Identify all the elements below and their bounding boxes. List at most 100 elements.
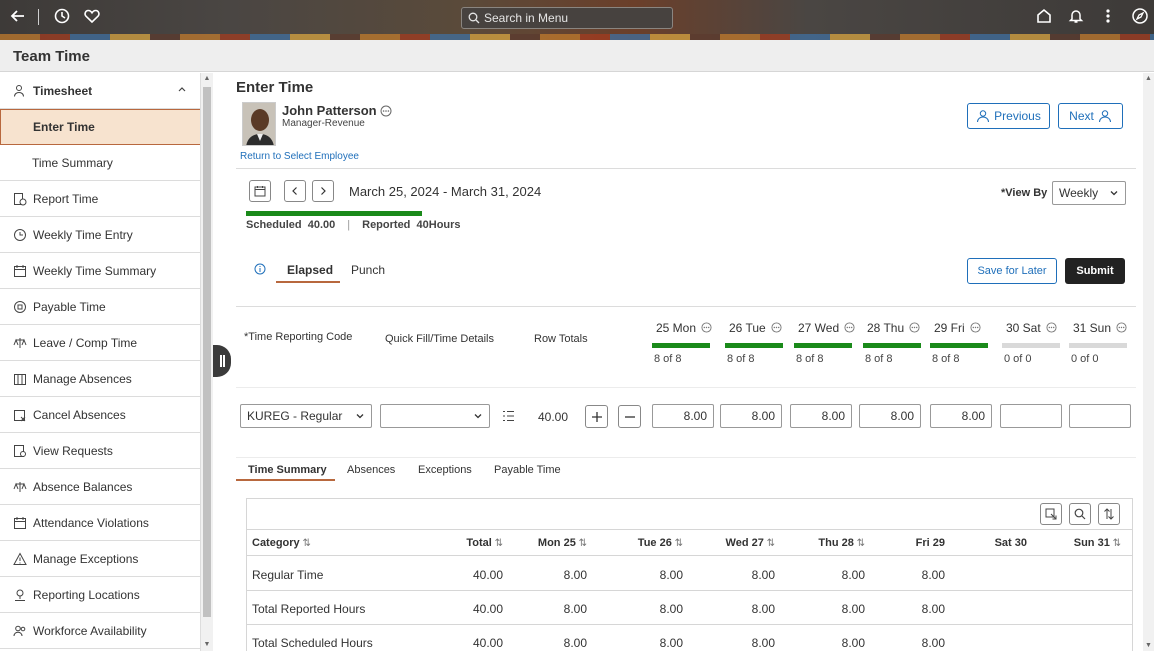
- info-icon[interactable]: [254, 263, 266, 275]
- column-header[interactable]: Total ⇅: [466, 537, 503, 549]
- back-arrow-icon[interactable]: [6, 4, 30, 28]
- search-input[interactable]: [484, 11, 664, 25]
- delete-row-button[interactable]: [618, 405, 641, 428]
- notification-icon[interactable]: [1064, 4, 1088, 28]
- scroll-up-icon[interactable]: ▲: [203, 75, 211, 83]
- calendar-icon: [254, 186, 266, 197]
- sidebar-item-manage-absences[interactable]: Manage Absences: [0, 361, 200, 397]
- sidebar-item-leave-comp-time[interactable]: Leave / Comp Time: [0, 325, 200, 361]
- sort-arrows-icon[interactable]: ⇅: [492, 538, 503, 549]
- sidebar-item-payable-time[interactable]: Payable Time: [0, 289, 200, 325]
- navigator-icon[interactable]: [1128, 4, 1152, 28]
- calendar-icon: [14, 516, 26, 529]
- home-icon[interactable]: [1032, 4, 1056, 28]
- column-header[interactable]: Tue 26 ⇅: [638, 537, 683, 549]
- tab-active-underline: [236, 479, 335, 481]
- sidebar-collapse-handle[interactable]: [213, 345, 231, 377]
- hours-input[interactable]: 8.00: [652, 404, 714, 428]
- column-header[interactable]: Category ⇅: [252, 537, 311, 549]
- chevron-up-icon[interactable]: [177, 84, 187, 94]
- hours-input[interactable]: 8.00: [859, 404, 921, 428]
- add-row-button[interactable]: [585, 405, 608, 428]
- related-actions-icon[interactable]: [380, 105, 392, 117]
- history-icon[interactable]: [50, 4, 74, 28]
- hours-input[interactable]: 8.00: [720, 404, 782, 428]
- related-actions-icon[interactable]: [844, 322, 855, 333]
- tab-absences[interactable]: Absences: [347, 464, 395, 476]
- sidebar-item-enter-time[interactable]: Enter Time: [0, 109, 200, 145]
- sidebar-scroll-thumb[interactable]: [203, 87, 211, 617]
- hours-input[interactable]: [1000, 404, 1062, 428]
- payable-icon: [14, 300, 26, 313]
- sidebar-item-manage-exceptions[interactable]: Manage Exceptions: [0, 541, 200, 577]
- tab-exceptions[interactable]: Exceptions: [418, 464, 472, 476]
- related-actions-icon[interactable]: [1046, 322, 1057, 333]
- more-icon[interactable]: [1096, 4, 1120, 28]
- main-scrollbar[interactable]: ▲ ▼: [1143, 73, 1154, 651]
- next-period-button[interactable]: [312, 180, 334, 202]
- sort-arrows-icon[interactable]: ⇅: [1110, 538, 1121, 549]
- trc-select[interactable]: KUREG - Regular: [240, 404, 372, 428]
- scroll-down-icon[interactable]: ▼: [203, 641, 211, 649]
- day-hours-ratio: 8 of 8: [796, 353, 824, 365]
- hours-input[interactable]: 8.00: [790, 404, 852, 428]
- tab-elapsed[interactable]: Elapsed: [287, 263, 333, 277]
- sort-arrows-icon[interactable]: ⇅: [300, 538, 310, 549]
- menu-search[interactable]: [461, 7, 673, 29]
- related-actions-icon[interactable]: [701, 322, 712, 333]
- tab-payable-time[interactable]: Payable Time: [494, 464, 561, 476]
- grid-search-button[interactable]: [1069, 503, 1091, 525]
- previous-period-button[interactable]: [284, 180, 306, 202]
- calendar-button[interactable]: [249, 180, 271, 202]
- sidebar-item-time-summary[interactable]: Time Summary: [0, 145, 200, 181]
- sort-arrows-icon[interactable]: ⇅: [672, 538, 683, 549]
- column-header[interactable]: Sun 31 ⇅: [1074, 537, 1121, 549]
- return-to-select-employee-link[interactable]: Return to Select Employee: [240, 151, 359, 162]
- quick-fill-select[interactable]: [380, 404, 490, 428]
- sidebar-item-workforce-availability[interactable]: Workforce Availability: [0, 613, 200, 649]
- sort-arrows-icon[interactable]: ⇅: [576, 538, 587, 549]
- sidebar-item-view-requests[interactable]: View Requests: [0, 433, 200, 469]
- column-header[interactable]: Wed 27 ⇅: [726, 537, 775, 549]
- sort-arrows-icon[interactable]: ⇅: [854, 538, 865, 549]
- save-for-later-button[interactable]: Save for Later: [967, 258, 1057, 284]
- sidebar-scrollbar[interactable]: ▲ ▼: [201, 73, 213, 651]
- sidebar-item-attendance-violations[interactable]: Attendance Violations: [0, 505, 200, 541]
- submit-button[interactable]: Submit: [1065, 258, 1125, 284]
- minus-icon: [624, 415, 635, 418]
- view-by-select[interactable]: Weekly: [1052, 181, 1126, 205]
- tab-time-summary[interactable]: Time Summary: [248, 464, 327, 476]
- related-actions-icon[interactable]: [970, 322, 981, 333]
- sort-arrows-icon[interactable]: ⇅: [764, 538, 775, 549]
- column-header[interactable]: Sat 30: [995, 537, 1027, 549]
- column-header[interactable]: Mon 25 ⇅: [538, 537, 587, 549]
- previous-button[interactable]: Previous: [967, 103, 1050, 129]
- location-icon: [15, 589, 25, 601]
- next-label: Next: [1069, 109, 1094, 123]
- scroll-up-icon[interactable]: ▲: [1144, 75, 1153, 82]
- sidebar-item-report-time[interactable]: Report Time: [0, 181, 200, 217]
- absences-icon: [14, 373, 26, 385]
- time-details-icon[interactable]: [502, 410, 515, 422]
- sidebar-item-cancel-absences[interactable]: Cancel Absences: [0, 397, 200, 433]
- day-progress-bar: [794, 343, 852, 348]
- sidebar-item-timesheet[interactable]: Timesheet: [0, 73, 200, 109]
- related-actions-icon[interactable]: [1116, 322, 1127, 333]
- scroll-down-icon[interactable]: ▼: [1144, 642, 1153, 649]
- export-button[interactable]: [1040, 503, 1062, 525]
- next-button[interactable]: Next: [1058, 103, 1123, 129]
- related-actions-icon[interactable]: [771, 322, 782, 333]
- tab-punch[interactable]: Punch: [351, 263, 385, 277]
- grid-sort-button[interactable]: [1098, 503, 1120, 525]
- hours-input[interactable]: 8.00: [930, 404, 992, 428]
- column-header[interactable]: Thu 28 ⇅: [818, 537, 865, 549]
- related-actions-icon[interactable]: [909, 322, 920, 333]
- sidebar-item-weekly-time-summary[interactable]: Weekly Time Summary: [0, 253, 200, 289]
- sidebar-item-weekly-time-entry[interactable]: Weekly Time Entry: [0, 217, 200, 253]
- column-header[interactable]: Fri 29: [916, 537, 945, 549]
- sidebar-item-label: Payable Time: [33, 299, 106, 314]
- hours-input[interactable]: [1069, 404, 1131, 428]
- favorite-icon[interactable]: [80, 4, 104, 28]
- sidebar-item-absence-balances[interactable]: Absence Balances: [0, 469, 200, 505]
- sidebar-item-reporting-locations[interactable]: Reporting Locations: [0, 577, 200, 613]
